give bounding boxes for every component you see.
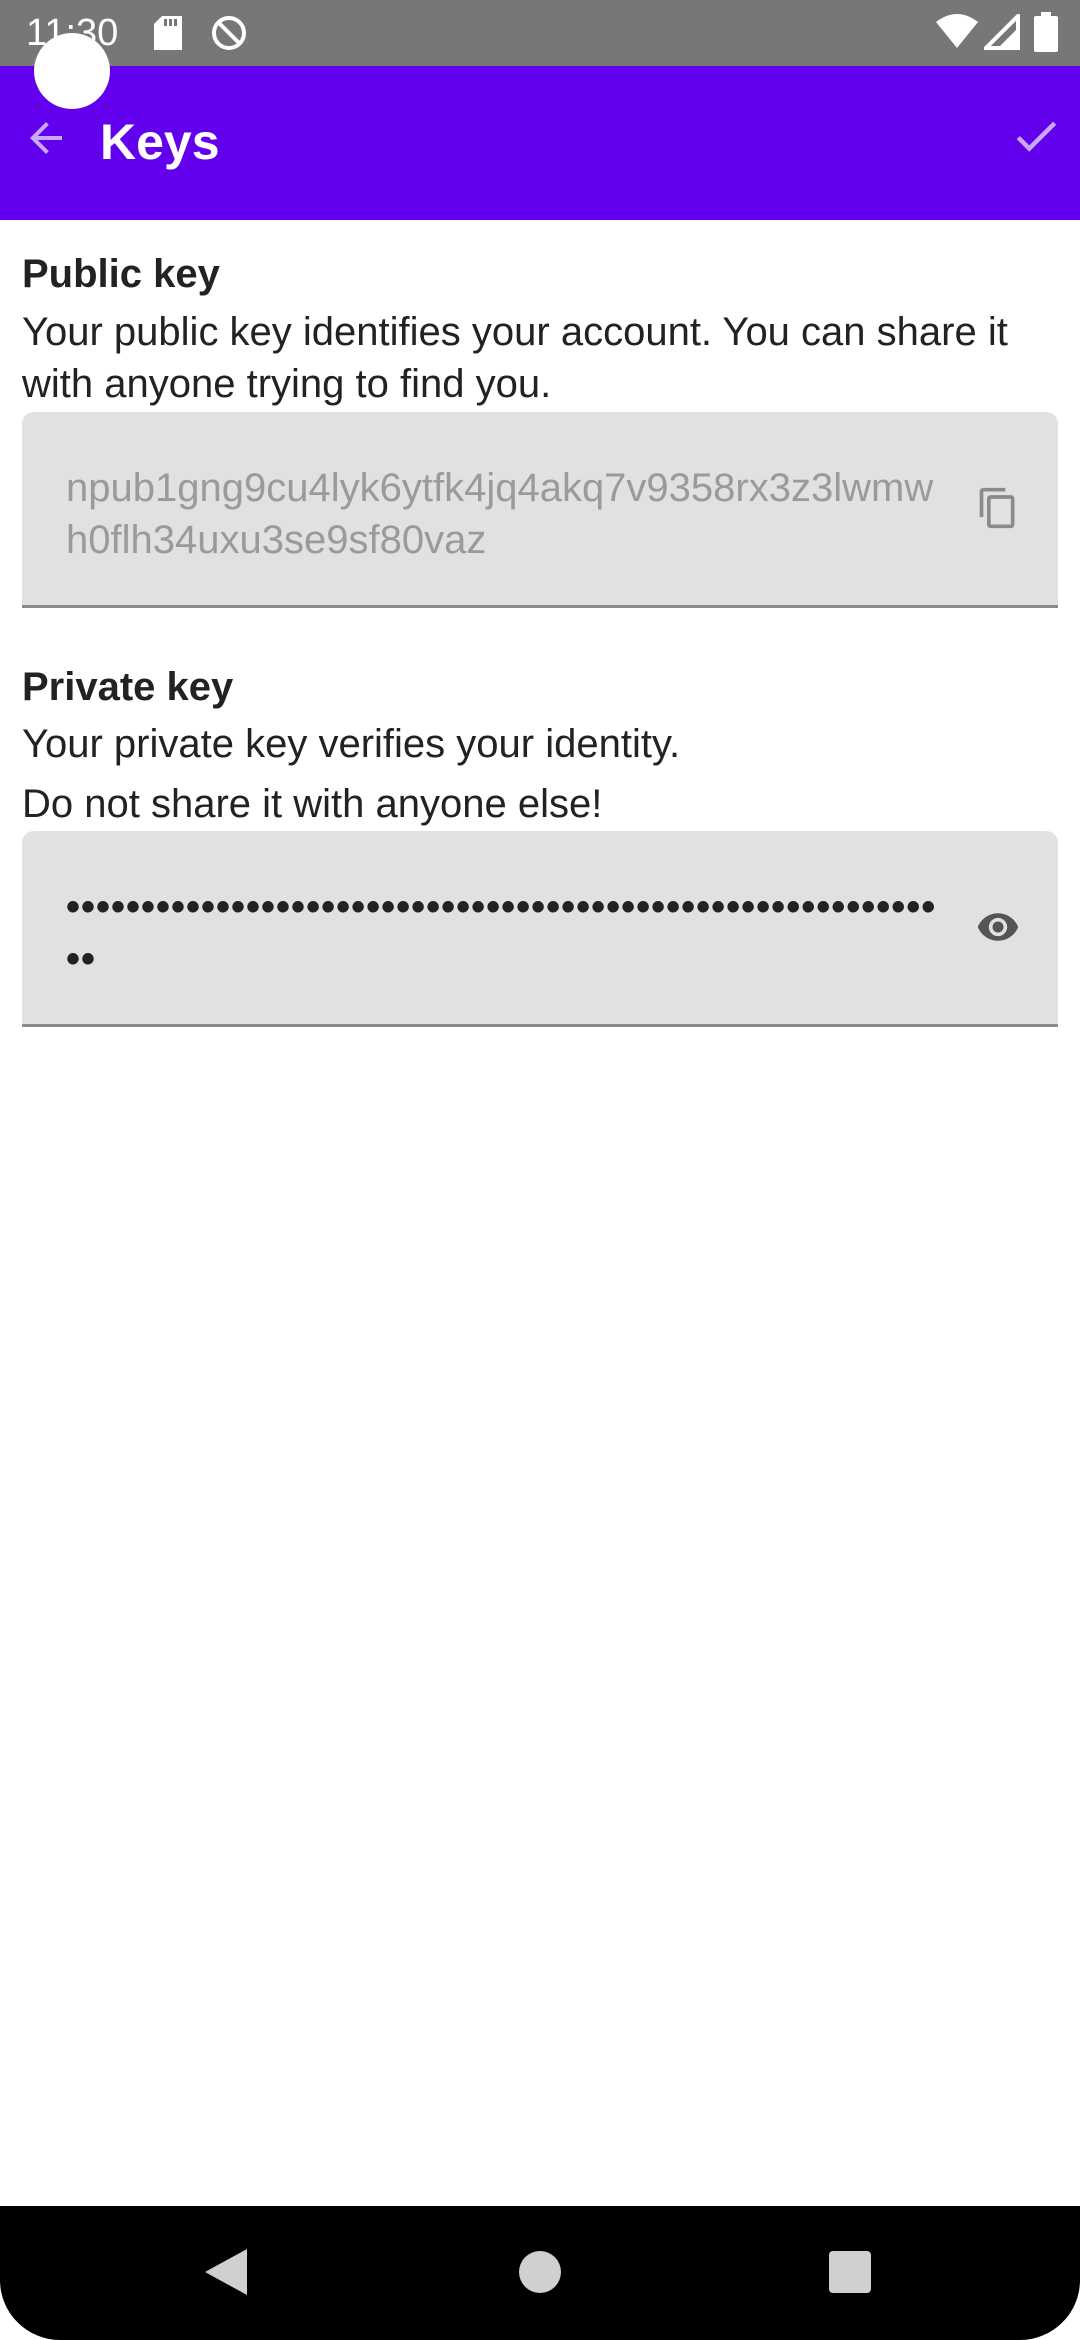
battery-icon (1034, 12, 1058, 57)
show-private-key-button[interactable] (968, 899, 1028, 959)
copy-icon (976, 486, 1020, 535)
page-title: Keys (100, 114, 220, 170)
public-key-description: Your public key identifies your account.… (22, 310, 1008, 406)
nav-recents-button[interactable] (812, 2236, 888, 2312)
camera-cutout (34, 33, 110, 109)
nav-back-button[interactable] (188, 2236, 264, 2312)
no-sync-icon (210, 14, 248, 57)
public-key-value[interactable]: npub1gng9cu4lyk6ytfk4jq4akq7v9358rx3z3lw… (66, 462, 946, 566)
screen: 11:30 Keys Public key (0, 0, 1080, 2340)
confirm-button[interactable] (1004, 106, 1068, 170)
private-key-field[interactable]: ••••••••••••••••••••••••••••••••••••••••… (22, 831, 1058, 1027)
sd-card-icon (154, 16, 182, 55)
back-button[interactable] (14, 108, 78, 172)
navigation-bar (0, 2206, 1080, 2340)
public-key-title: Public key (22, 252, 220, 296)
private-key-description-line1: Your private key verifies your identity. (22, 722, 681, 766)
check-icon (1009, 109, 1063, 168)
wifi-icon (936, 14, 978, 55)
private-key-description-line2: Do not share it with anyone else! (22, 782, 603, 826)
signal-icon (981, 11, 1020, 55)
nav-recents-icon (828, 2250, 872, 2299)
copy-button[interactable] (968, 480, 1028, 540)
private-key-masked-value[interactable]: ••••••••••••••••••••••••••••••••••••••••… (66, 881, 946, 985)
nav-back-icon (203, 2247, 249, 2302)
nav-home-icon (517, 2249, 563, 2300)
status-bar: 11:30 (0, 0, 1080, 66)
public-key-field[interactable]: npub1gng9cu4lyk6ytfk4jq4akq7v9358rx3z3lw… (22, 412, 1058, 608)
nav-home-button[interactable] (502, 2236, 578, 2312)
arrow-back-icon (22, 114, 70, 167)
private-key-title: Private key (22, 665, 234, 709)
eye-icon (976, 905, 1020, 954)
app-bar: Keys (0, 66, 1080, 220)
